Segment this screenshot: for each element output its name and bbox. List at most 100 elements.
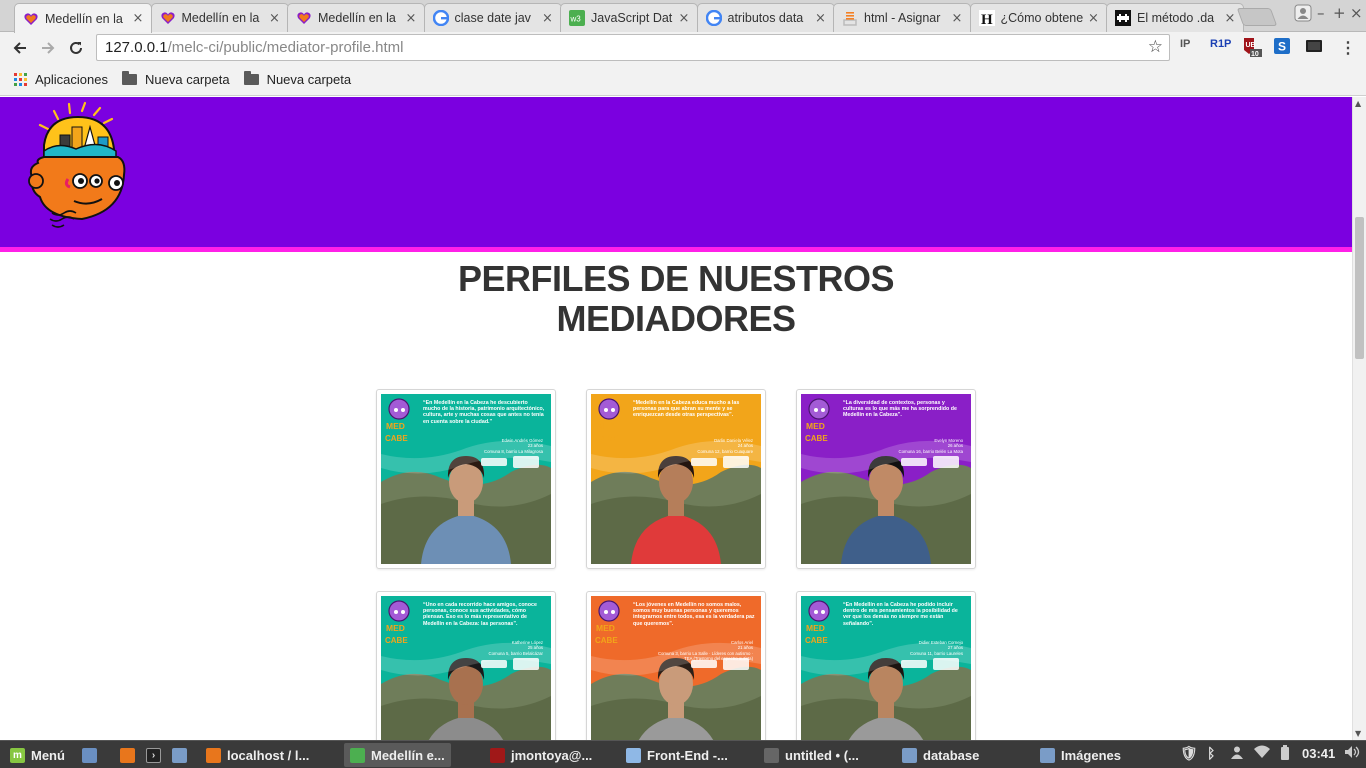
close-tab-icon[interactable]: × (677, 11, 691, 26)
svg-text:MED: MED (386, 421, 405, 431)
browser-toolbar: 127.0.0.1/melc-ci/public/mediator-profil… (0, 32, 1366, 64)
heart-icon (160, 10, 176, 26)
svg-text:MED: MED (806, 623, 825, 633)
mediator-profile-card[interactable]: MED CABE “La diversidad de contextos, pers… (796, 389, 976, 569)
browser-tab[interactable]: html - Asignar × (833, 3, 971, 32)
browser-tab[interactable]: Medellín en la × (14, 3, 152, 33)
close-window-icon[interactable]: × (1350, 4, 1363, 22)
site-logo[interactable] (18, 101, 138, 237)
browser-tab[interactable]: El método .da × (1106, 3, 1244, 32)
taskbar-window-button[interactable]: untitled • (... (758, 743, 865, 767)
back-button[interactable] (6, 34, 34, 62)
mediator-credit: Carlos Ariel 21 años Comuna 3, barrio La S… (653, 640, 753, 662)
close-tab-icon[interactable]: × (268, 11, 282, 26)
ublock-extension-icon[interactable]: UB 10 (1242, 36, 1262, 61)
svg-text:CABE: CABE (595, 636, 618, 645)
mediator-credit: Katherine López 25 años Comuna 5, barrio B… (443, 640, 543, 656)
mediator-profile-card[interactable]: MED CABE “Medellín en la Cabeza educa much… (586, 389, 766, 569)
mediator-quote: “Los jóvenes en Medellín no somos malos,… (633, 602, 755, 627)
bookmark-apps[interactable]: Aplicaciones (14, 72, 108, 87)
url-host: 127.0.0.1 (105, 39, 168, 56)
close-tab-icon[interactable]: × (541, 11, 555, 26)
mediator-credit: Darlin Daniela Vélez 24 años Comuna 12, ba… (653, 438, 753, 454)
taskbar-window-button[interactable]: jmontoya@... (484, 743, 598, 767)
mediator-place: Comuna 11, barrio Laureles (910, 650, 963, 656)
heart-icon (296, 10, 312, 26)
tab-title: Medellín en la (318, 11, 396, 25)
scroll-up-arrow-icon[interactable]: ▲ (1355, 99, 1361, 108)
tab-title: Medellín en la (45, 11, 123, 26)
mediator-profile-card[interactable]: MED CABE “En Medellín en la Cabeza he desc… (376, 389, 556, 569)
mediator-profile-card[interactable]: MED CABE “Los jóvenes en Medellín no somos… (586, 591, 766, 740)
launcher-files[interactable] (166, 743, 199, 767)
show-desktop-button[interactable] (76, 743, 109, 767)
forward-button[interactable] (34, 34, 62, 62)
svg-text:H: H (981, 12, 993, 26)
browser-tab[interactable]: clase date jav × (423, 3, 562, 32)
svg-text:MED: MED (386, 623, 405, 633)
taskbar-window-button[interactable]: localhost / l... (200, 743, 315, 767)
browser-tab[interactable]: w3 JavaScript Dat × (560, 3, 698, 32)
mediator-place: Comuna 3, barrio La Salle · Líderes con … (657, 650, 753, 662)
mediator-place: Comuna 5, barrio Belalcázar (488, 650, 543, 656)
page-title-line-2: MEDIADORES (556, 298, 796, 339)
start-menu-button[interactable]: m Menú (4, 743, 71, 767)
browser-tab[interactable]: Medellín en la × (287, 3, 425, 32)
page-scrollbar[interactable]: ▲ ▼ (1352, 97, 1366, 740)
tab-title: El método .da (1137, 11, 1215, 25)
terminal-icon: › (146, 747, 161, 763)
bluetooth-icon[interactable]: ᛒ (1207, 745, 1215, 761)
taskbar-window-button[interactable]: Imágenes (1034, 743, 1127, 767)
minimize-icon[interactable]: – (1317, 4, 1325, 22)
svg-text:MED: MED (596, 421, 615, 431)
battery-icon[interactable] (1280, 745, 1290, 764)
bookmark-label: Nueva carpeta (266, 72, 352, 87)
mediator-profile-card[interactable]: MED CABE “En Medellín en la Cabeza he podi… (796, 591, 976, 740)
shield-icon[interactable]: 🛡 (1180, 745, 1198, 762)
url-path: /melc-ci/public/mediator-profile.html (167, 39, 404, 56)
taskbar-window-button[interactable]: database (896, 743, 985, 767)
close-tab-icon[interactable]: × (950, 11, 964, 26)
reload-button[interactable] (62, 34, 90, 62)
close-tab-icon[interactable]: × (1223, 11, 1237, 26)
tab-title: atributos data (727, 11, 804, 25)
cast-icon[interactable] (1306, 40, 1322, 55)
browser-tab[interactable]: Medellín en la × (150, 3, 289, 32)
cube-icon (626, 747, 641, 763)
mediator-profile-card[interactable]: MED CABE “Uno en cada recorrido hace amigo… (376, 591, 556, 740)
profile-icon[interactable] (1294, 4, 1312, 26)
tab-title: JavaScript Dat (591, 11, 673, 25)
close-tab-icon[interactable]: × (131, 11, 145, 26)
page-title-line-1: PERFILES DE NUESTROS (457, 258, 895, 299)
ip-extension-icon[interactable]: IP (1180, 38, 1190, 50)
new-tab-button[interactable] (1236, 8, 1278, 26)
close-tab-icon[interactable]: × (814, 11, 828, 26)
clock[interactable]: 03:41 (1302, 746, 1335, 761)
svg-text:w3: w3 (570, 15, 582, 24)
close-tab-icon[interactable]: × (404, 11, 418, 26)
r1p-extension-icon[interactable]: R1P (1210, 38, 1231, 50)
svg-text:CABE: CABE (805, 636, 828, 645)
taskbar-window-button[interactable]: Front-End -... (620, 743, 734, 767)
chrome-menu-icon[interactable]: ⋮ (1340, 38, 1356, 58)
browser-tab[interactable]: H ¿Cómo obtene × (969, 3, 1108, 32)
taskbar-window-label: localhost / l... (227, 747, 310, 763)
close-tab-icon[interactable]: × (1087, 11, 1101, 26)
scroll-down-arrow-icon[interactable]: ▼ (1355, 729, 1361, 738)
s-extension-icon[interactable]: S (1274, 38, 1290, 57)
maximize-icon[interactable]: + (1333, 4, 1346, 22)
mediator-place: Comuna 16, barrio Belén La Mota (898, 448, 964, 454)
bookmark-folder-1[interactable]: Nueva carpeta (122, 71, 230, 87)
svg-text:10: 10 (1251, 51, 1259, 58)
scrollbar-thumb[interactable] (1355, 217, 1364, 359)
browser-tab[interactable]: atributos data × (696, 3, 835, 32)
wifi-icon[interactable] (1254, 745, 1270, 762)
address-bar[interactable]: 127.0.0.1/melc-ci/public/mediator-profil… (96, 34, 1170, 61)
bookmark-folder-2[interactable]: Nueva carpeta (243, 71, 352, 87)
editor-icon (764, 747, 779, 763)
folder-icon (172, 747, 187, 763)
bookmark-star-icon[interactable]: ☆ (1148, 37, 1163, 57)
user-icon[interactable] (1230, 745, 1244, 762)
volume-icon[interactable] (1344, 745, 1360, 762)
taskbar-window-button[interactable]: Medellín e... (344, 743, 451, 767)
